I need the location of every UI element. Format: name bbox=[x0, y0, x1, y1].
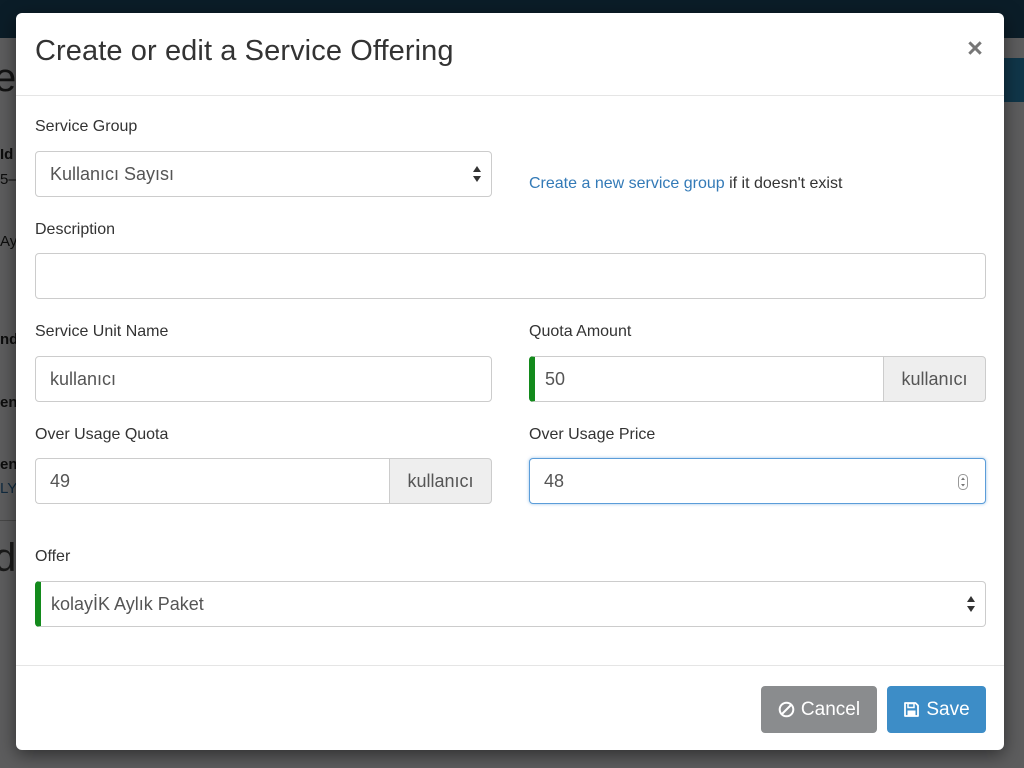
modal-header: Create or edit a Service Offering × bbox=[16, 13, 1004, 96]
number-spinner-icon[interactable] bbox=[958, 474, 968, 490]
over-usage-price-label: Over Usage Price bbox=[529, 426, 656, 443]
over-usage-price-input[interactable]: 48 bbox=[529, 458, 986, 504]
close-icon[interactable]: × bbox=[964, 35, 986, 62]
create-service-group-link[interactable]: Create a new service group bbox=[529, 175, 725, 192]
cancel-button[interactable]: Cancel bbox=[761, 686, 877, 733]
create-service-group-hint-text: if it doesn't exist bbox=[724, 175, 843, 192]
quota-amount-input[interactable]: 50 bbox=[529, 356, 885, 402]
over-usage-quota-input[interactable]: 49 bbox=[35, 458, 391, 504]
offer-select[interactable]: kolayİK Aylık Paket bbox=[35, 581, 986, 627]
over-usage-price-value: 48 bbox=[544, 471, 565, 491]
select-arrows-icon bbox=[967, 596, 975, 612]
service-unit-name-input[interactable]: kullanıcı bbox=[35, 356, 492, 402]
save-button-label: Save bbox=[926, 698, 970, 720]
modal-footer: Cancel Save bbox=[16, 665, 1004, 750]
description-input[interactable] bbox=[35, 253, 986, 299]
service-offering-modal: Create or edit a Service Offering × Serv… bbox=[16, 13, 1004, 750]
over-usage-quota-label: Over Usage Quota bbox=[35, 426, 169, 443]
quota-amount-label: Quota Amount bbox=[529, 323, 632, 340]
quota-amount-unit-addon: kullanıcı bbox=[883, 356, 986, 402]
service-group-selected-value: Kullanıcı Sayısı bbox=[50, 164, 175, 184]
service-unit-name-label: Service Unit Name bbox=[35, 323, 169, 340]
service-group-select[interactable]: Kullanıcı Sayısı bbox=[35, 151, 492, 197]
floppy-disk-icon bbox=[904, 702, 920, 717]
offer-label: Offer bbox=[35, 548, 71, 565]
ban-icon bbox=[778, 701, 795, 718]
over-usage-quota-unit-addon: kullanıcı bbox=[389, 458, 492, 504]
create-service-group-hint: Create a new service group if it doesn't… bbox=[529, 175, 842, 193]
description-label: Description bbox=[35, 221, 116, 238]
modal-title: Create or edit a Service Offering bbox=[35, 35, 454, 67]
cancel-button-label: Cancel bbox=[800, 698, 861, 720]
service-group-label: Service Group bbox=[35, 118, 138, 135]
select-arrows-icon bbox=[473, 166, 481, 182]
save-button[interactable]: Save bbox=[887, 686, 986, 733]
offer-selected-value: kolayİK Aylık Paket bbox=[51, 594, 204, 614]
